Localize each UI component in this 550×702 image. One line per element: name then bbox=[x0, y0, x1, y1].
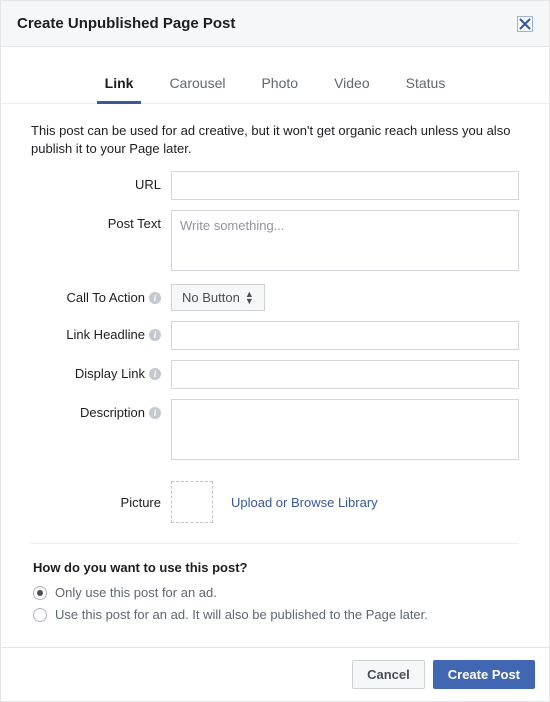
close-icon bbox=[519, 18, 531, 30]
help-icon[interactable]: i bbox=[149, 292, 161, 304]
radio-icon bbox=[33, 586, 47, 600]
row-cta: Call To Action i No Button ▲▼ bbox=[31, 284, 519, 311]
row-display-link: Display Link i bbox=[31, 360, 519, 389]
post-type-tabs: Link Carousel Photo Video Status bbox=[1, 47, 549, 104]
divider bbox=[31, 543, 519, 544]
display-link-input[interactable] bbox=[171, 360, 519, 389]
row-url: URL bbox=[31, 171, 519, 200]
row-description: Description i bbox=[31, 399, 519, 463]
label-post-text: Post Text bbox=[31, 210, 171, 231]
modal-footer: Cancel Create Post bbox=[1, 647, 549, 701]
tab-link[interactable]: Link bbox=[89, 65, 150, 103]
tab-status[interactable]: Status bbox=[390, 65, 462, 103]
cta-select[interactable]: No Button ▲▼ bbox=[171, 284, 265, 311]
row-post-text: Post Text bbox=[31, 210, 519, 274]
row-picture: Picture Upload or Browse Library bbox=[31, 481, 519, 523]
modal-title: Create Unpublished Page Post bbox=[17, 15, 235, 32]
modal-header: Create Unpublished Page Post bbox=[1, 1, 549, 47]
post-text-input[interactable] bbox=[171, 210, 519, 271]
description-input[interactable] bbox=[171, 399, 519, 460]
label-link-headline: Link Headline i bbox=[31, 321, 171, 342]
label-description: Description i bbox=[31, 399, 171, 420]
close-button[interactable] bbox=[517, 16, 533, 32]
create-post-modal: Create Unpublished Page Post Link Carous… bbox=[0, 0, 550, 702]
label-picture: Picture bbox=[31, 495, 171, 510]
cancel-button[interactable]: Cancel bbox=[352, 660, 425, 689]
tab-carousel[interactable]: Carousel bbox=[153, 65, 241, 103]
help-icon[interactable]: i bbox=[149, 329, 161, 341]
row-link-headline: Link Headline i bbox=[31, 321, 519, 350]
usage-section: How do you want to use this post? Only u… bbox=[31, 560, 519, 622]
create-post-button[interactable]: Create Post bbox=[433, 660, 535, 689]
usage-heading: How do you want to use this post? bbox=[33, 560, 517, 575]
tab-video[interactable]: Video bbox=[318, 65, 386, 103]
usage-option-publish-later[interactable]: Use this post for an ad. It will also be… bbox=[33, 607, 517, 622]
url-input[interactable] bbox=[171, 171, 519, 200]
help-icon[interactable]: i bbox=[149, 407, 161, 419]
label-url: URL bbox=[31, 171, 171, 192]
tab-photo[interactable]: Photo bbox=[245, 65, 314, 103]
help-icon[interactable]: i bbox=[149, 368, 161, 380]
sort-icon: ▲▼ bbox=[245, 291, 254, 305]
radio-icon bbox=[33, 608, 47, 622]
usage-option-ad-only[interactable]: Only use this post for an ad. bbox=[33, 585, 517, 600]
label-cta: Call To Action i bbox=[31, 284, 171, 305]
link-headline-input[interactable] bbox=[171, 321, 519, 350]
picture-dropzone[interactable] bbox=[171, 481, 213, 523]
info-text: This post can be used for ad creative, b… bbox=[31, 122, 519, 157]
label-display-link: Display Link i bbox=[31, 360, 171, 381]
modal-body: This post can be used for ad creative, b… bbox=[1, 104, 549, 647]
upload-browse-link[interactable]: Upload or Browse Library bbox=[231, 495, 378, 510]
